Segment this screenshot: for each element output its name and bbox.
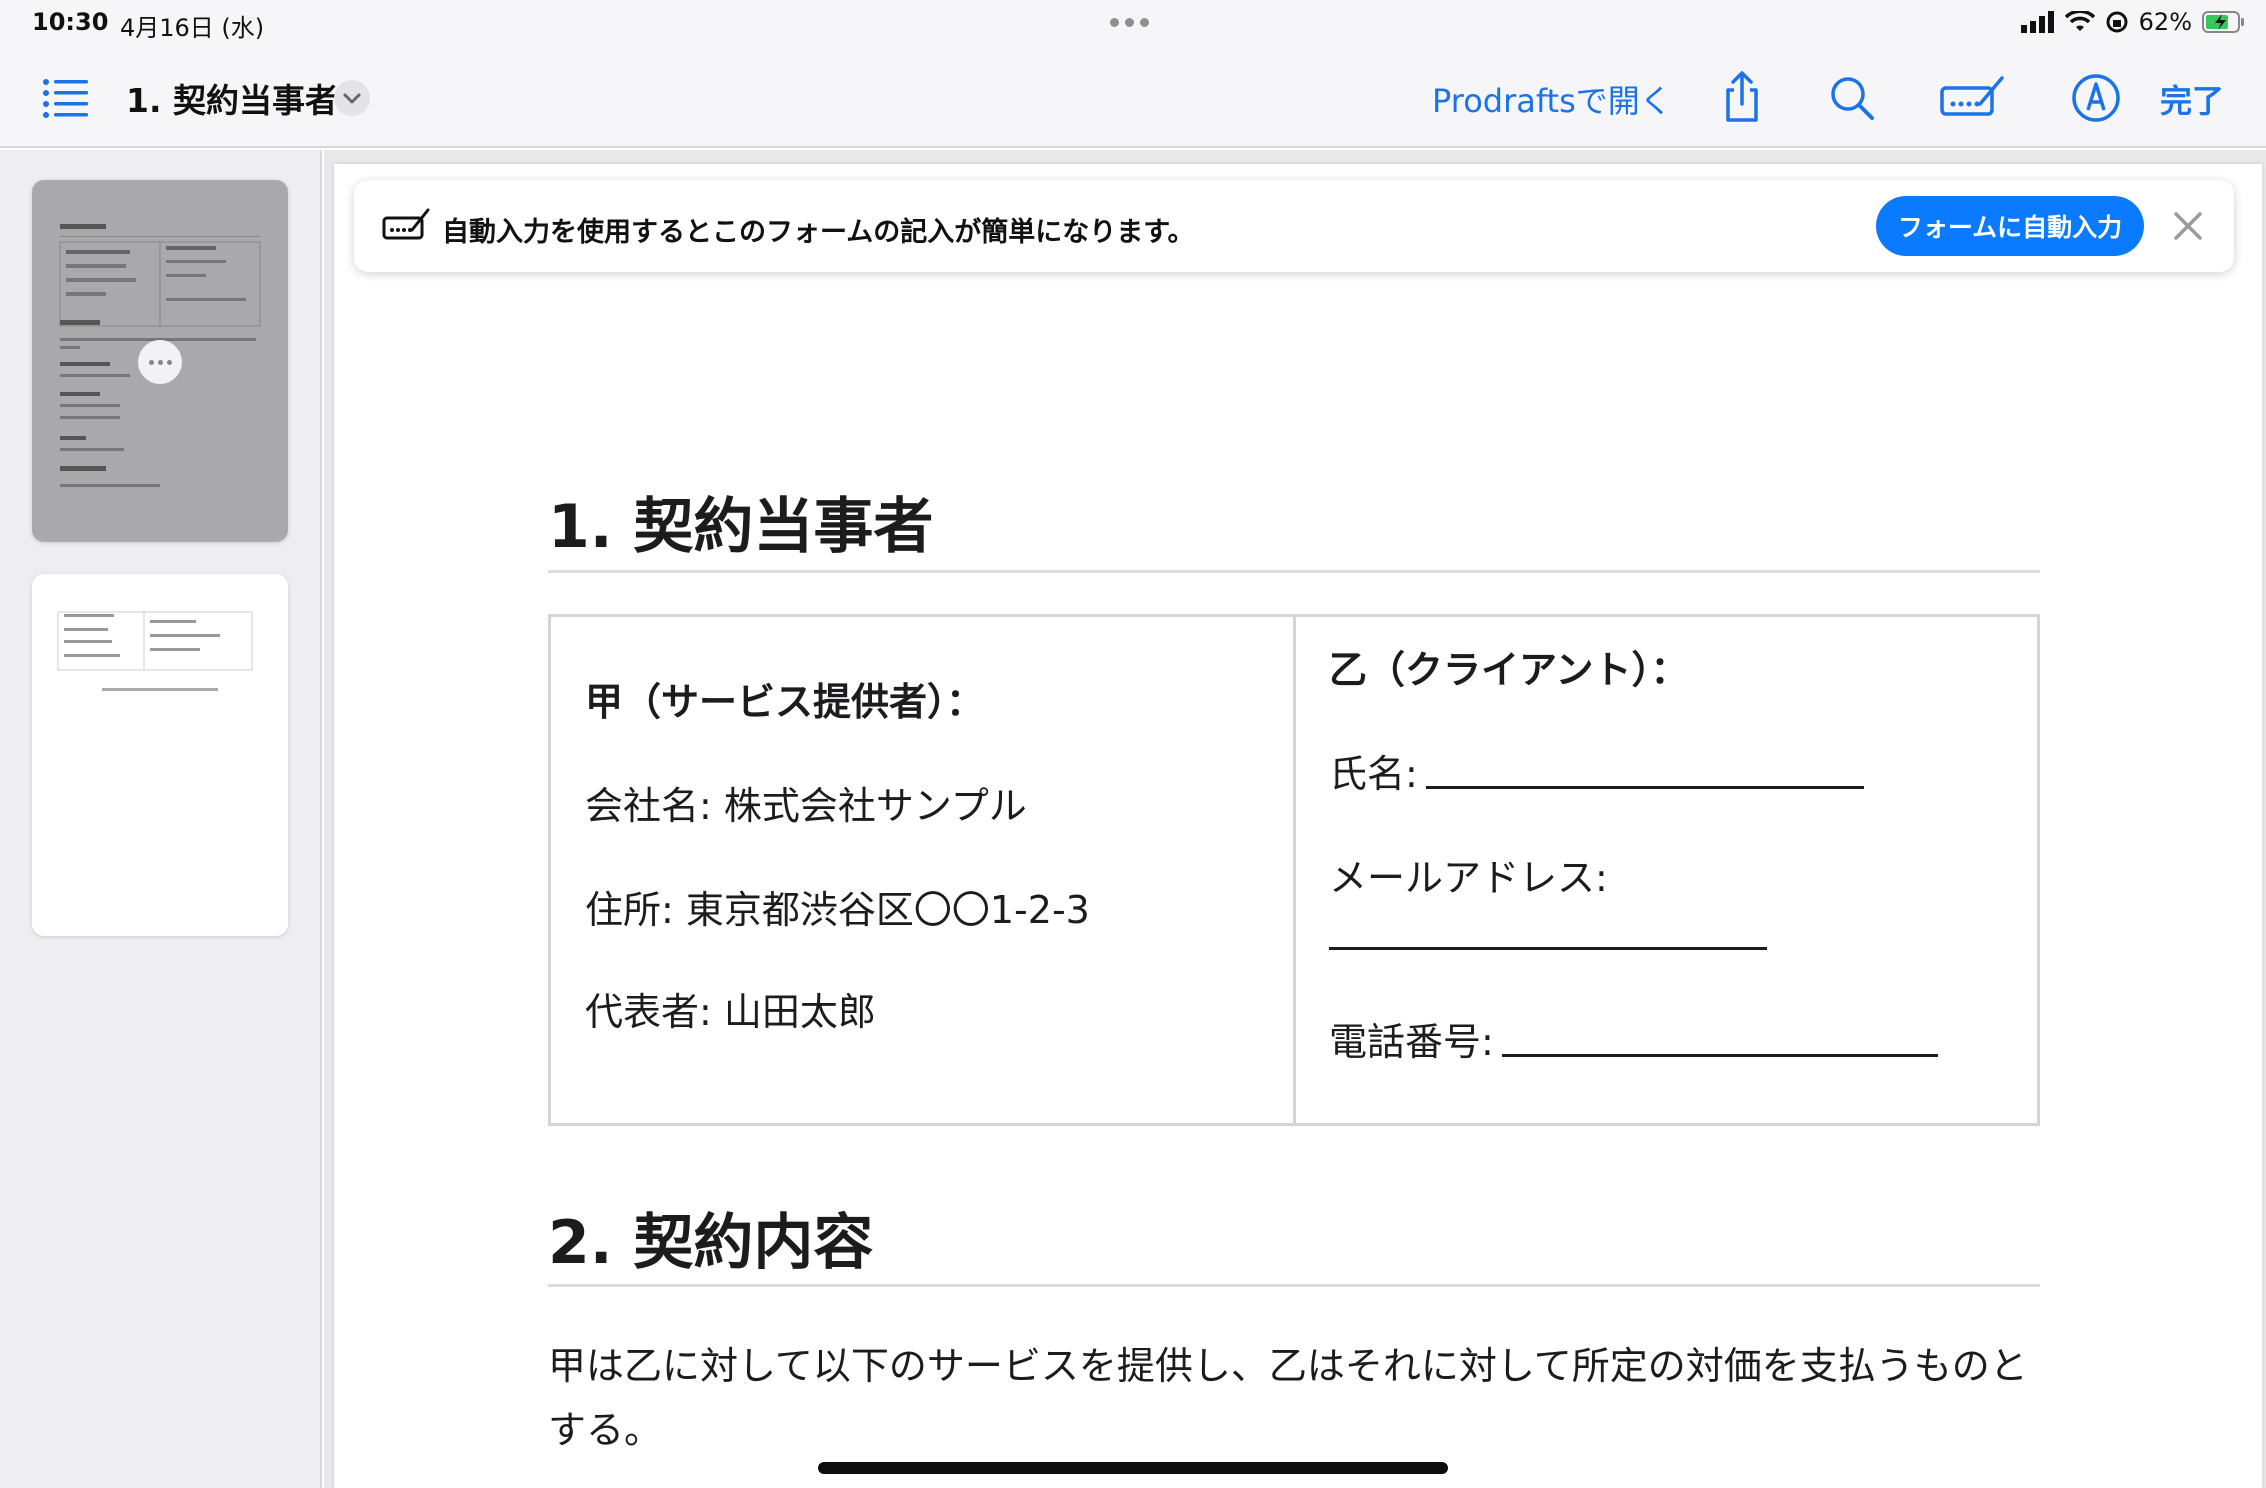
status-indicators: 62% [2020, 8, 2246, 36]
table-column-divider [1293, 617, 1296, 1123]
status-time: 10:30 [32, 8, 109, 36]
chevron-down-icon [343, 93, 361, 104]
top-toolbar: 1. 契約当事者 Prodraftsで開く 完了 [0, 48, 2266, 148]
section-heading-contract-content: 2. 契約内容 [548, 1208, 874, 1278]
page-thumbnail-1[interactable] [32, 180, 288, 542]
page-thumbnail-2-preview [57, 611, 253, 691]
autofill-banner: 自動入力を使用するとこのフォームの記入が簡単になります。 フォームに自動入力 [354, 180, 2234, 272]
party-b-email-label: メールアドレス: [1329, 856, 1608, 900]
status-bar: 10:30 4月16日 (水) 62% [0, 0, 2266, 48]
rotation-lock-icon [2106, 11, 2128, 33]
wifi-icon [2064, 11, 2095, 31]
battery-percent: 62% [2138, 8, 2192, 36]
cellular-signal-icon [2020, 11, 2054, 33]
name-input-field[interactable] [1425, 786, 1864, 789]
phone-input-field[interactable] [1501, 1054, 1938, 1057]
party-b-name-row: 氏名: [1329, 743, 1864, 798]
autofill-banner-message: 自動入力を使用するとこのフォームの記入が簡単になります。 [442, 217, 1195, 248]
home-indicator[interactable] [818, 1462, 1448, 1474]
title-menu-button[interactable] [334, 80, 370, 116]
party-a-address: 住所: 東京都渋谷区〇〇1-2-3 [585, 888, 1090, 932]
autofill-form-button[interactable]: フォームに自動入力 [1876, 196, 2144, 256]
more-icon[interactable] [138, 340, 182, 384]
multitasking-dots-icon[interactable] [1110, 18, 1149, 27]
party-b-phone-label: 電話番号: [1329, 1020, 1494, 1064]
section-heading-parties: 1. 契約当事者 [548, 492, 934, 562]
party-b-name-label: 氏名: [1329, 752, 1418, 796]
page-thumbnail-2[interactable] [32, 574, 288, 936]
party-b-phone-row: 電話番号: [1329, 1011, 1938, 1066]
open-in-prodrafts-button[interactable]: Prodraftsで開く [1432, 76, 1672, 122]
done-button[interactable]: 完了 [2160, 76, 2224, 122]
document-title[interactable]: 1. 契約当事者 [126, 74, 338, 122]
battery-charging-icon [2202, 11, 2244, 33]
search-icon[interactable] [1824, 70, 1880, 126]
close-icon[interactable] [2170, 208, 2206, 244]
markup-pen-icon[interactable] [2068, 70, 2124, 126]
autofill-form-icon[interactable] [1940, 70, 2006, 126]
party-a-heading: 甲（サービス提供者）： [585, 680, 985, 724]
party-b-heading: 乙（クライアント）： [1329, 648, 1689, 692]
email-input-field[interactable] [1329, 947, 1767, 950]
autofill-form-icon [382, 208, 430, 240]
status-date: 4月16日 (水) [120, 14, 265, 42]
list-icon[interactable] [42, 76, 90, 120]
party-a-company: 会社名: 株式会社サンプル [585, 784, 1027, 828]
section-divider [548, 1284, 2040, 1287]
parties-table: 甲（サービス提供者）： 会社名: 株式会社サンプル 住所: 東京都渋谷区〇〇1-… [548, 614, 2040, 1126]
section-divider [548, 570, 2040, 573]
contract-content-paragraph: 甲は乙に対して以下のサービスを提供し、乙はそれに対して所定の対価を支払うものとす… [548, 1344, 2028, 1452]
party-a-representative: 代表者: 山田太郎 [585, 990, 876, 1034]
page-thumbnail-sidebar [0, 150, 322, 1488]
share-icon[interactable] [1714, 70, 1770, 126]
